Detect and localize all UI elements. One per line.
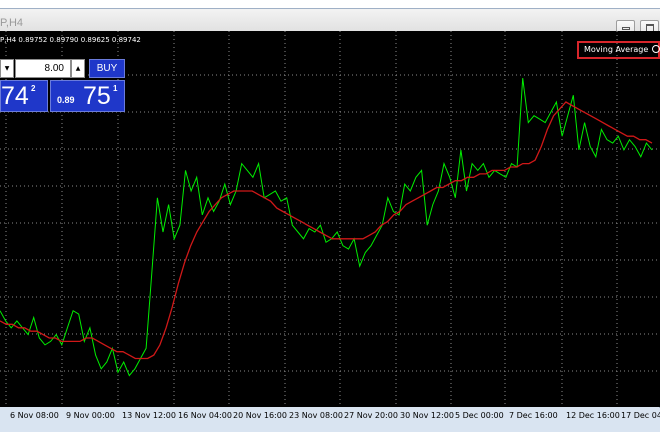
window-title: P,H4: [0, 17, 24, 29]
x-tick-label: 30 Nov 12:00: [400, 411, 454, 420]
x-tick-label: 13 Nov 12:00: [122, 411, 176, 420]
price-series-line: [0, 78, 653, 377]
gear-icon[interactable]: [651, 45, 660, 53]
volume-control: ▼ 8.00 ▲: [0, 59, 86, 78]
buy-price-sup: 1: [113, 84, 118, 93]
symbol-ohlc-readout: P,H4 0.89752 0.89790 0.89625 0.89742: [0, 36, 141, 44]
moving-average-label-text: Moving Average: [584, 45, 649, 54]
x-tick-label: 12 Dec 16:00: [566, 411, 620, 420]
buy-price-big: 75: [83, 82, 111, 110]
sell-price-button[interactable]: 74 2: [0, 80, 48, 112]
minimize-icon: [622, 27, 630, 30]
sell-price-big: 74: [1, 82, 29, 110]
triangle-up-icon: ▲: [75, 65, 81, 72]
triangle-down-icon: ▼: [4, 65, 10, 72]
volume-input[interactable]: 8.00: [15, 59, 71, 78]
moving-average-indicator-label[interactable]: Moving Average: [577, 41, 660, 59]
buy-price-button[interactable]: 0.89 75 1: [50, 80, 125, 112]
x-tick-label: 16 Nov 04:00: [178, 411, 232, 420]
time-axis: 6 Nov 08:00 9 Nov 00:00 13 Nov 12:00 16 …: [0, 408, 660, 432]
volume-decrease-button[interactable]: ▼: [0, 59, 14, 78]
price-chart[interactable]: P,H4 0.89752 0.89790 0.89625 0.89742 Mov…: [0, 31, 660, 407]
x-tick-label: 9 Nov 00:00: [66, 411, 115, 420]
one-click-trading-panel: ▼ 8.00 ▲ BUY 74 2 0.89 75 1: [0, 59, 125, 112]
x-tick-label: 20 Nov 16:00: [233, 411, 287, 420]
x-tick-label: 5 Dec 00:00: [455, 411, 504, 420]
volume-increase-button[interactable]: ▲: [71, 59, 85, 78]
buy-button[interactable]: BUY: [89, 59, 125, 78]
sell-price-sup: 2: [31, 84, 36, 93]
moving-average-series-line: [0, 101, 653, 360]
buy-price-small: 0.89: [57, 95, 75, 105]
x-tick-label: 7 Dec 16:00: [509, 411, 558, 420]
x-tick-label: 27 Nov 20:00: [344, 411, 398, 420]
x-tick-label: 6 Nov 08:00: [10, 411, 59, 420]
x-tick-label: 17 Dec 04:: [621, 411, 660, 420]
x-tick-label: 23 Nov 08:00: [289, 411, 343, 420]
